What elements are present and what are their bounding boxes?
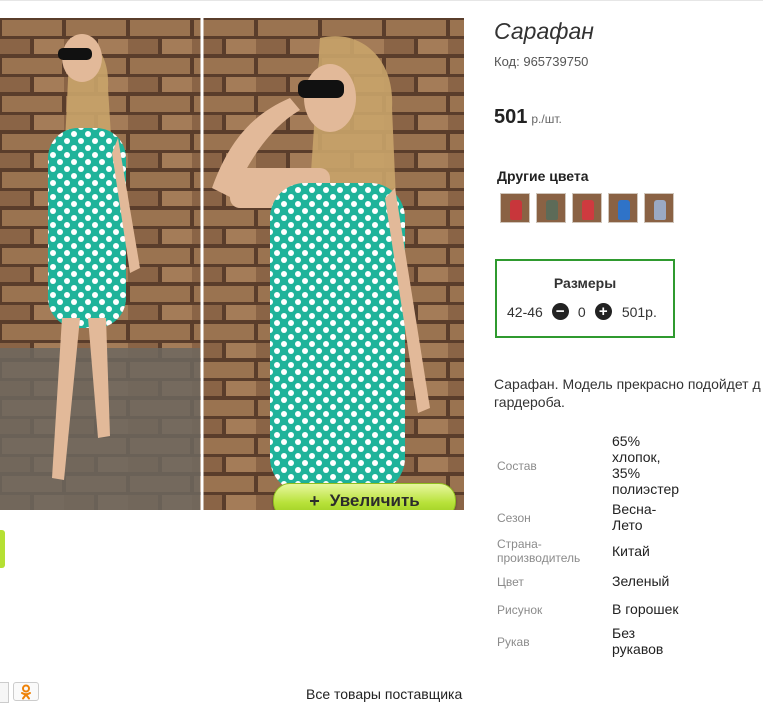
spec-value: Без рукавов: [612, 625, 692, 657]
product-code-value: 965739750: [523, 54, 589, 69]
swatch-dress-thumbnail: [618, 200, 630, 220]
top-divider: [0, 0, 763, 1]
zoom-button[interactable]: + Увеличить: [273, 483, 456, 510]
description-line-2: гардероба.: [494, 394, 565, 410]
odnoklassniki-icon: [21, 684, 31, 699]
color-swatch[interactable]: [608, 193, 638, 223]
color-swatch[interactable]: [644, 193, 674, 223]
spec-value-line: рукавов: [612, 641, 664, 657]
decrease-quantity-button[interactable]: −: [551, 303, 569, 320]
spec-value: 65% хлопок, 35% полиэстер: [612, 433, 692, 497]
size-row: 42-46 − 0 + 501р.: [507, 303, 657, 320]
zoom-button-label: Увеличить: [329, 491, 420, 510]
product-price: 501 р./шт.: [494, 106, 562, 129]
color-swatch[interactable]: [572, 193, 602, 223]
spec-key: Страна- производитель: [497, 537, 607, 565]
spec-value-line: Зеленый: [612, 573, 670, 589]
spec-value-line: 65%: [612, 433, 641, 449]
swatch-dress-thumbnail: [510, 200, 522, 220]
product-photo[interactable]: + Увеличить: [0, 18, 464, 510]
spec-value-line: полиэстер: [612, 481, 680, 497]
size-price: 501р.: [621, 303, 657, 320]
spec-value: В горошек: [612, 601, 692, 617]
spec-key-line: производитель: [497, 551, 581, 565]
description-line-1: Сарафан. Модель прекрасно подойдет д: [494, 376, 761, 392]
product-code-label: Код:: [494, 54, 520, 69]
spec-value: Весна- Лето: [612, 501, 692, 533]
spec-value-line: хлопок,: [612, 449, 661, 465]
product-photo-illustration: [0, 18, 464, 510]
spec-key: Цвет: [497, 575, 524, 589]
quantity-value[interactable]: 0: [569, 304, 595, 320]
price-unit: р./шт.: [531, 112, 562, 126]
odnoklassniki-share-button[interactable]: [13, 682, 39, 701]
product-title: Сарафан: [494, 18, 594, 44]
spec-key: Рисунок: [497, 603, 543, 617]
minus-icon: −: [555, 303, 565, 320]
spec-key: Сезон: [497, 511, 531, 525]
plus-icon: +: [598, 303, 608, 320]
all-supplier-products-link[interactable]: Все товары поставщика: [306, 686, 462, 702]
price-value: 501: [494, 106, 528, 128]
spec-value: Зеленый: [612, 573, 692, 589]
swatch-dress-thumbnail: [654, 200, 666, 220]
color-swatch[interactable]: [536, 193, 566, 223]
side-feedback-tab[interactable]: [0, 530, 5, 568]
spec-value-line: Без: [612, 625, 636, 641]
sizes-title: Размеры: [553, 275, 617, 291]
spec-key: Рукав: [497, 635, 530, 649]
spec-value-line: Весна-: [612, 501, 657, 517]
spec-value-line: Лето: [612, 517, 643, 533]
product-description: Сарафан. Модель прекрасно подойдет д гар…: [494, 375, 763, 411]
spec-value: Китай: [612, 543, 692, 559]
spec-value-line: Китай: [612, 543, 650, 559]
sizes-box: Размеры 42-46 − 0 + 501р.: [495, 259, 675, 338]
plus-icon: +: [309, 490, 320, 511]
increase-quantity-button[interactable]: +: [594, 303, 612, 320]
color-swatch[interactable]: [500, 193, 530, 223]
swatch-dress-thumbnail: [546, 200, 558, 220]
social-share-button[interactable]: [0, 682, 9, 703]
spec-key-line: Страна-: [497, 537, 542, 551]
product-code: Код: 965739750: [494, 54, 588, 69]
other-colors-title: Другие цвета: [497, 168, 589, 184]
spec-value-line: В горошек: [612, 601, 679, 617]
swatch-dress-thumbnail: [582, 200, 594, 220]
spec-key: Состав: [497, 459, 537, 473]
size-label: 42-46: [507, 303, 543, 320]
color-swatches: [500, 193, 674, 223]
spec-value-line: 35%: [612, 465, 641, 481]
